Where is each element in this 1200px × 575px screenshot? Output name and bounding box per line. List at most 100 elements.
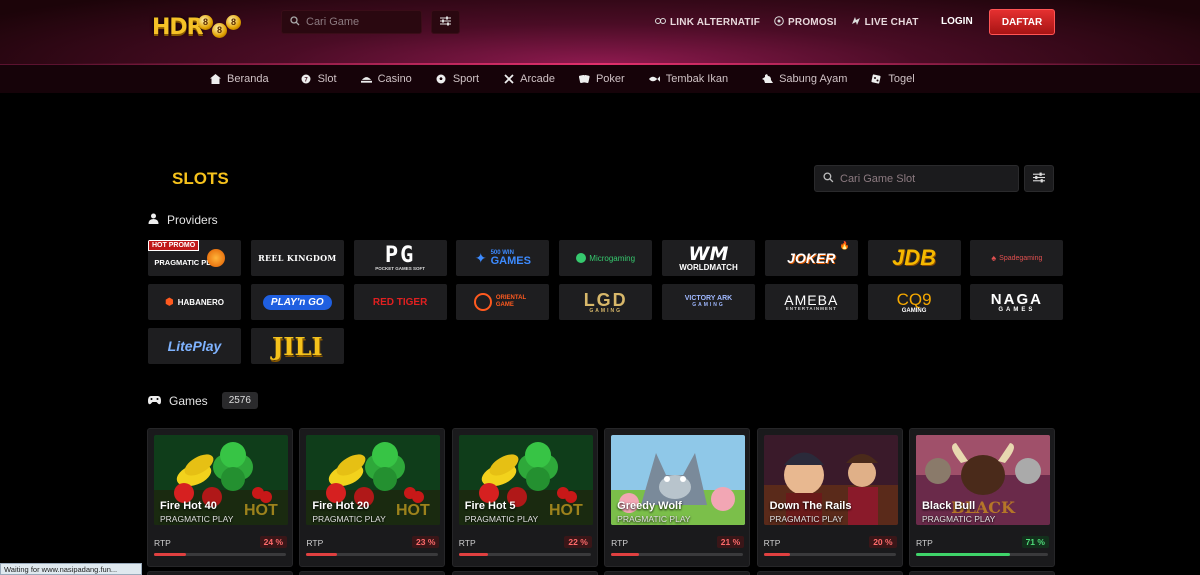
game-card[interactable]: [451, 571, 598, 575]
game-card[interactable]: [147, 571, 293, 575]
provider-red-tiger[interactable]: RED TIGER: [353, 284, 447, 320]
rooster-icon: [762, 73, 774, 85]
provider-logo-subtext: GAMING: [692, 302, 725, 309]
spade-icon: ♠: [991, 253, 997, 263]
provider-logo-text: LGD: [583, 289, 628, 310]
rtp-progress-bar: [915, 553, 1048, 556]
provider-logo-subtext: WORLDMATCH: [679, 262, 738, 272]
sliders-icon: [1033, 170, 1045, 188]
arcade-icon: [503, 74, 514, 85]
fish-icon: [648, 74, 660, 85]
sliders-icon: [440, 13, 451, 31]
nav-label: Slot: [317, 73, 337, 85]
game-card[interactable]: Down The Rails PRAGMATIC PLAY RTP 20 %: [756, 428, 903, 567]
provider-worldmatch[interactable]: WM WORLDMATCH: [661, 240, 755, 276]
provider-spadegaming[interactable]: ♠ Spadegaming: [970, 240, 1064, 276]
provider-cq9[interactable]: CQ9 GAMING: [867, 284, 961, 320]
main-nav-bar: Beranda 7 Slot Casino Sport Arcade Poker…: [0, 65, 1200, 93]
provider-ameba[interactable]: AMEBA ENTERTAINMENT: [764, 284, 858, 320]
slot-search: [814, 165, 1019, 192]
nav-item-sport[interactable]: Sport: [426, 65, 489, 93]
nav-item-beranda[interactable]: Beranda: [200, 65, 279, 93]
rtp-label: RTP: [154, 538, 171, 548]
provider-lgd-gaming[interactable]: LGD GAMING: [559, 284, 653, 320]
site-logo[interactable]: HDR 8 8 8: [152, 11, 250, 43]
game-card[interactable]: Greedy Wolf PRAGMATIC PLAY RTP 21 %: [604, 428, 751, 567]
provider-jili[interactable]: JILI: [250, 328, 344, 364]
logo-text: HDR: [152, 15, 204, 40]
provider-logo-text: PLAY'n GO: [262, 294, 332, 310]
header-links: LINK ALTERNATIF PROMOSI LIVE CHAT: [655, 16, 919, 29]
provider-logo-text: ORIENTAL GAME: [495, 295, 527, 308]
game-title: Black Bull: [921, 500, 976, 512]
nav-item-togel[interactable]: Togel: [861, 65, 924, 93]
browser-status-bar: Waiting for www.nasipadang.fun...: [0, 563, 142, 575]
rtp-label: RTP: [763, 538, 781, 548]
nav-item-tembak-ikan[interactable]: Tembak Ikan: [639, 65, 738, 93]
swirl-icon: ✦: [474, 249, 487, 266]
providers-label: Providers: [167, 213, 218, 227]
game-card[interactable]: [604, 571, 751, 575]
login-button[interactable]: LOGIN: [941, 16, 973, 27]
game-card[interactable]: HOT Fire Hot 40 PRAGMATIC PLAY RTP 24 %: [147, 428, 293, 567]
microgaming-logo-icon: [576, 253, 587, 263]
rtp-progress-bar: [611, 553, 744, 556]
nav-label: Sabung Ayam: [779, 73, 848, 85]
filter-button[interactable]: [431, 10, 460, 34]
game-card[interactable]: HOT Fire Hot 20 PRAGMATIC PLAY RTP 23 %: [299, 428, 446, 567]
provider-jdb[interactable]: JDB: [867, 240, 961, 276]
provider-naga-games[interactable]: NAGA GAMES: [970, 284, 1064, 320]
game-card[interactable]: [908, 571, 1055, 575]
provider-liteplay[interactable]: LitePlay: [148, 328, 241, 364]
register-button[interactable]: DAFTAR: [989, 9, 1055, 35]
game-card[interactable]: BLACK Black Bull PRAGMATIC PLAY RTP 71 %: [908, 428, 1055, 567]
nav-label: Togel: [888, 73, 915, 85]
rtp-value-badge: 22 %: [564, 536, 592, 548]
nav-item-sabung-ayam[interactable]: Sabung Ayam: [752, 65, 857, 93]
logo-coin: 8: [198, 15, 213, 30]
page-title: SLOTS: [172, 169, 229, 188]
provider-win-games[interactable]: ✦ 500 WIN GAMES: [456, 240, 550, 276]
link-alternatif[interactable]: LINK ALTERNATIF: [655, 16, 760, 29]
rtp-progress-bar: [763, 553, 896, 556]
game-title: Down The Rails: [769, 500, 852, 512]
nav-item-slot[interactable]: 7 Slot: [291, 65, 347, 93]
provider-play-n-go[interactable]: PLAY'n GO: [250, 284, 344, 320]
provider-microgaming[interactable]: Microgaming: [559, 240, 653, 276]
provider-pg-soft[interactable]: PG POCKET GAMES SOFT: [353, 240, 447, 276]
rtp-progress-fill: [915, 553, 1010, 556]
slot-filter-button[interactable]: [1024, 165, 1054, 192]
provider-logo-text: NAGA: [990, 290, 1043, 308]
provider-logo-text: PG: [384, 242, 416, 268]
top-header: HDR 8 8 8 LINK ALTERNATIF PROMOSI LIVE C…: [0, 0, 1200, 65]
provider-oriental-game[interactable]: ORIENTAL GAME: [456, 284, 550, 320]
game-title: Greedy Wolf: [617, 500, 682, 512]
link-promosi[interactable]: PROMOSI: [774, 16, 837, 29]
search-input[interactable]: [306, 16, 421, 28]
game-card[interactable]: [299, 571, 446, 575]
game-card[interactable]: HOT Fire Hot 5 PRAGMATIC PLAY RTP 22 %: [451, 428, 598, 567]
provider-pragmatic-play[interactable]: HOT PROMO PRAGMATIC PLAY: [148, 240, 241, 276]
nav-label: Tembak Ikan: [665, 73, 729, 85]
habanero-logo-icon: ⬢: [165, 296, 174, 308]
provider-victory-ark[interactable]: VICTORY ARK GAMING: [661, 284, 755, 320]
link-live-chat[interactable]: LIVE CHAT: [851, 16, 919, 29]
provider-reel-kingdom[interactable]: REEL KINGDOM: [250, 240, 344, 276]
provider-logo-text: WM: [688, 242, 729, 265]
rtp-value-badge: 20 %: [869, 536, 897, 548]
provider-joker[interactable]: JOKER 🔥: [764, 240, 858, 276]
logo-coin: 8: [226, 15, 241, 30]
game-provider: PRAGMATIC PLAY: [617, 514, 691, 524]
nav-item-casino[interactable]: Casino: [351, 65, 422, 93]
provider-logo-text: JILI: [271, 331, 323, 361]
search-icon: [823, 170, 834, 188]
games-heading: Games 2576: [148, 392, 258, 409]
game-card[interactable]: [756, 571, 903, 575]
nav-item-arcade[interactable]: Arcade: [493, 65, 565, 93]
provider-logo-subtext: POCKET GAMES SOFT: [375, 265, 425, 271]
provider-logo-text: LitePlay: [167, 338, 222, 354]
slot-search-input[interactable]: [840, 172, 1018, 185]
provider-grid: HOT PROMO PRAGMATIC PLAY REEL KINGDOM PG…: [148, 240, 1064, 364]
provider-habanero[interactable]: ⬢ HABANERO: [148, 284, 241, 320]
nav-item-poker[interactable]: Poker: [569, 65, 635, 93]
